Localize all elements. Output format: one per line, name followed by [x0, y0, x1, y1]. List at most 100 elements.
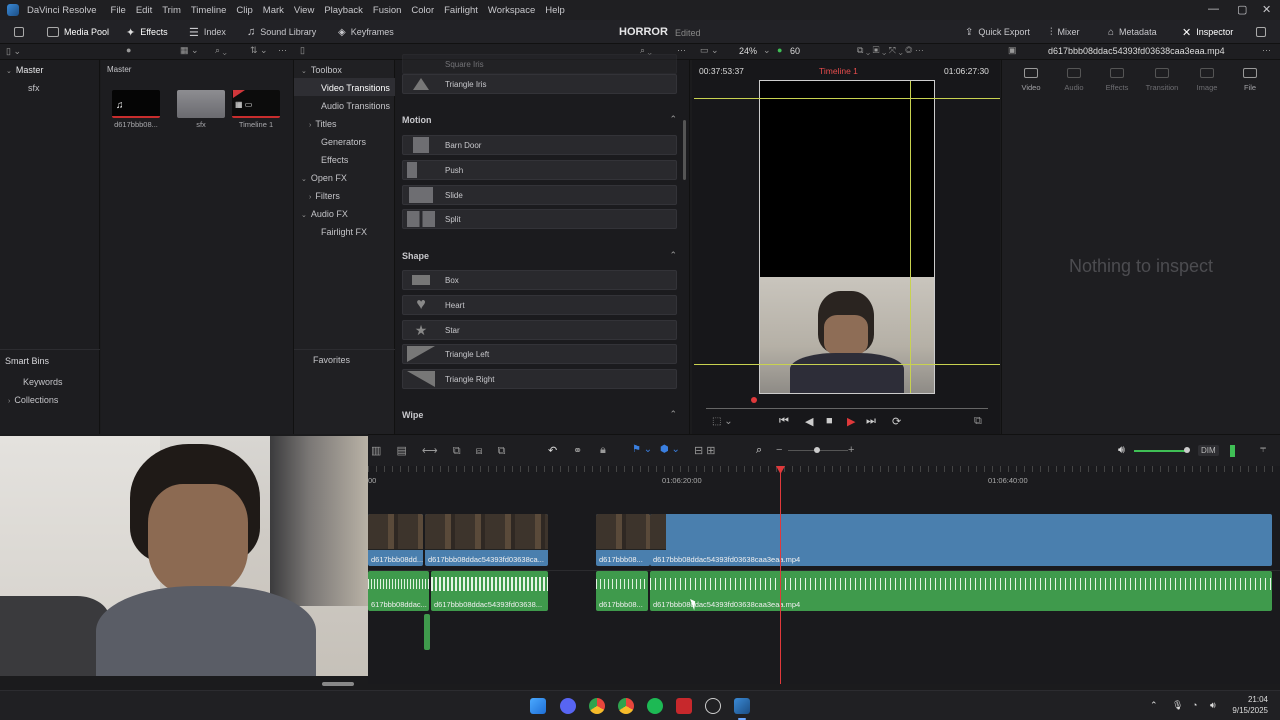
effect-push[interactable]: Push	[402, 160, 677, 180]
speaker-icon[interactable]: 🔊︎	[1210, 700, 1216, 711]
audio-clip-small[interactable]	[424, 614, 430, 650]
keyframes-button[interactable]: ◈ Keyframes	[338, 24, 394, 40]
inspector-tab-audio[interactable]: Audio	[1054, 68, 1094, 92]
metadata-button[interactable]: ⌂ Metadata	[1108, 24, 1157, 40]
effect-slide[interactable]: Slide	[402, 185, 677, 205]
effects-button[interactable]: ✦ Effects	[126, 24, 168, 40]
timeline-thumbnail[interactable]: ▦ ▭	[232, 90, 280, 118]
volume-slider[interactable]	[1134, 450, 1186, 452]
inspector-tab-image[interactable]: Image	[1187, 68, 1227, 92]
menu-timeline[interactable]: Timeline	[191, 5, 227, 16]
more-options-icon[interactable]: ⋯	[278, 45, 287, 56]
wifi-icon[interactable]: ◔	[1192, 700, 1197, 710]
spotify-icon[interactable]	[647, 698, 663, 714]
inspector-tab-transition[interactable]: Transition	[1142, 68, 1182, 92]
menu-playback[interactable]: Playback	[324, 5, 363, 16]
close-icon[interactable]: ✕	[1262, 3, 1271, 16]
loop-icon[interactable]: ⟳	[892, 415, 901, 428]
zoom-dropdown-icon[interactable]: ⌄	[763, 45, 771, 56]
inspector-tab-video[interactable]: Video	[1011, 68, 1051, 92]
viewer-options-icon[interactable]: ⧉ ⌄ ▣ ⌄ ⤧ ⌄ ◎ ⋯	[857, 45, 924, 56]
volume-slider-thumb[interactable]	[1184, 447, 1190, 453]
video-clip[interactable]: d617bbb08ddac54393fd03638caa3eaa.mp4	[650, 514, 1272, 566]
audio-clip[interactable]: 617bbb08ddac...	[368, 571, 429, 611]
chevron-up-icon[interactable]: ⌃	[669, 250, 677, 261]
lock-icon[interactable]: 🔒︎	[600, 444, 606, 457]
flag-icon[interactable]: ⚑ ⌄	[632, 444, 652, 455]
stop-icon[interactable]: ■	[826, 415, 833, 427]
effect-heart[interactable]: ♥ Heart	[402, 295, 677, 315]
audio-clip[interactable]: d617bbb08ddac54393fd03638caa3eaa.mp4	[650, 571, 1272, 611]
toolbox-item-audio-transitions[interactable]: Audio Transitions	[321, 101, 390, 111]
sort-icon[interactable]: ⇅ ⌄	[250, 45, 268, 56]
toolbox-item-filters[interactable]: › Filters	[309, 191, 340, 201]
menu-view[interactable]: View	[294, 5, 314, 16]
menu-mark[interactable]: Mark	[263, 5, 284, 16]
menu-workspace[interactable]: Workspace	[488, 5, 535, 16]
toolbox-item-open-fx[interactable]: ⌄ Open FX	[301, 173, 347, 183]
slider-dot-icon[interactable]: ●	[126, 45, 131, 55]
bin-master[interactable]: ⌄ Master	[6, 65, 43, 75]
effect-triangle-right[interactable]: Triangle Right	[402, 369, 677, 389]
split-panel-icon[interactable]: ▯	[300, 45, 305, 56]
video-clip[interactable]: d617bbb08ddac54393fd03638ca...	[425, 514, 548, 566]
skip-end-icon[interactable]: ⏭	[866, 415, 876, 428]
zoom-in-icon[interactable]: +	[848, 444, 854, 456]
bin-sfx[interactable]: sfx	[28, 83, 40, 93]
chevron-up-icon[interactable]: ⌃	[669, 114, 677, 125]
davinci-taskbar-icon[interactable]	[734, 698, 750, 714]
menu-trim[interactable]: Trim	[162, 5, 181, 16]
toolbox-item-generators[interactable]: Generators	[321, 137, 366, 147]
menu-clip[interactable]: Clip	[236, 5, 252, 16]
scrubber-bar[interactable]	[706, 408, 988, 409]
toolbox-item-audio-fx[interactable]: ⌄ Audio FX	[301, 209, 348, 219]
media-pool-button[interactable]: Media Pool	[47, 24, 109, 40]
effect-star[interactable]: ★ Star	[402, 320, 677, 340]
zoom-search-icon[interactable]: ⌕	[756, 444, 762, 457]
snapping-icon[interactable]: ↶	[548, 444, 557, 457]
folder-sfx-icon[interactable]	[177, 90, 225, 118]
smart-bin-keywords[interactable]: Keywords	[23, 377, 63, 387]
play-reverse-icon[interactable]: ◀	[805, 415, 813, 428]
menu-edit[interactable]: Edit	[136, 5, 152, 16]
timeline-ruler[interactable]: 00 01:06:20:00 01:06:40:00	[368, 466, 1280, 490]
effect-barn-door[interactable]: Barn Door	[402, 135, 677, 155]
viewer-layout-icon[interactable]: ▭ ⌄	[700, 45, 719, 56]
chevron-up-icon[interactable]: ⌃	[669, 409, 677, 420]
mixer-button[interactable]: ⫶ Mixer	[1050, 24, 1080, 40]
volume-icon[interactable]: 🔊︎	[1118, 444, 1125, 457]
chrome-icon[interactable]	[589, 698, 605, 714]
microphone-icon[interactable]: 🎙︎	[1172, 700, 1183, 711]
index-button[interactable]: ☰ Index	[189, 24, 226, 40]
edit-tools-icon[interactable]: ▥ ▤ ⟷ ⧉ ⧈ ⧉	[371, 444, 512, 458]
dim-button[interactable]: DIM	[1198, 445, 1219, 456]
video-clip[interactable]: d617bbb08dd...	[368, 514, 423, 566]
zoom-slider-thumb[interactable]	[814, 447, 820, 453]
smart-bin-collections[interactable]: › Collections	[8, 395, 58, 405]
chrome-profile-icon[interactable]	[618, 698, 634, 714]
effect-triangle-left[interactable]: Triangle Left	[402, 344, 677, 364]
menu-fusion[interactable]: Fusion	[373, 5, 402, 16]
timeline-name[interactable]: Timeline 1	[819, 66, 858, 76]
effect-triangle-iris[interactable]: Triangle Iris	[402, 74, 677, 94]
video-clip[interactable]: d617bbb08...	[596, 514, 650, 566]
inspector-tab-effects[interactable]: Effects	[1097, 68, 1137, 92]
effect-split[interactable]: Split	[402, 209, 677, 229]
audio-clip[interactable]: d617bbb08ddac54393fd03638...	[431, 571, 548, 611]
play-icon[interactable]: ▶	[847, 415, 855, 428]
clock-date[interactable]: 9/15/2025	[1224, 706, 1268, 715]
timeline-playhead[interactable]	[780, 466, 781, 684]
zoom-level[interactable]: 24%	[739, 46, 757, 56]
menu-color[interactable]: Color	[411, 5, 434, 16]
inspector-tab-file[interactable]: File	[1230, 68, 1270, 92]
discord-icon[interactable]	[560, 698, 576, 714]
viewer-mode-icon[interactable]: ⬚ ⌄	[712, 416, 733, 427]
inspector-more-icon[interactable]: ⋯	[1262, 45, 1271, 56]
link-icon[interactable]: ⚭	[573, 444, 582, 457]
effect-square-iris[interactable]: Square Iris	[402, 54, 677, 74]
toolbox-item-fairlight-fx[interactable]: Fairlight FX	[321, 227, 367, 237]
clock-time[interactable]: 21:04	[1244, 695, 1268, 704]
skip-start-icon[interactable]: ⏮	[779, 415, 789, 428]
media-clip-thumbnail[interactable]: ♫	[112, 90, 160, 118]
settings-gear-icon[interactable]	[705, 698, 721, 714]
